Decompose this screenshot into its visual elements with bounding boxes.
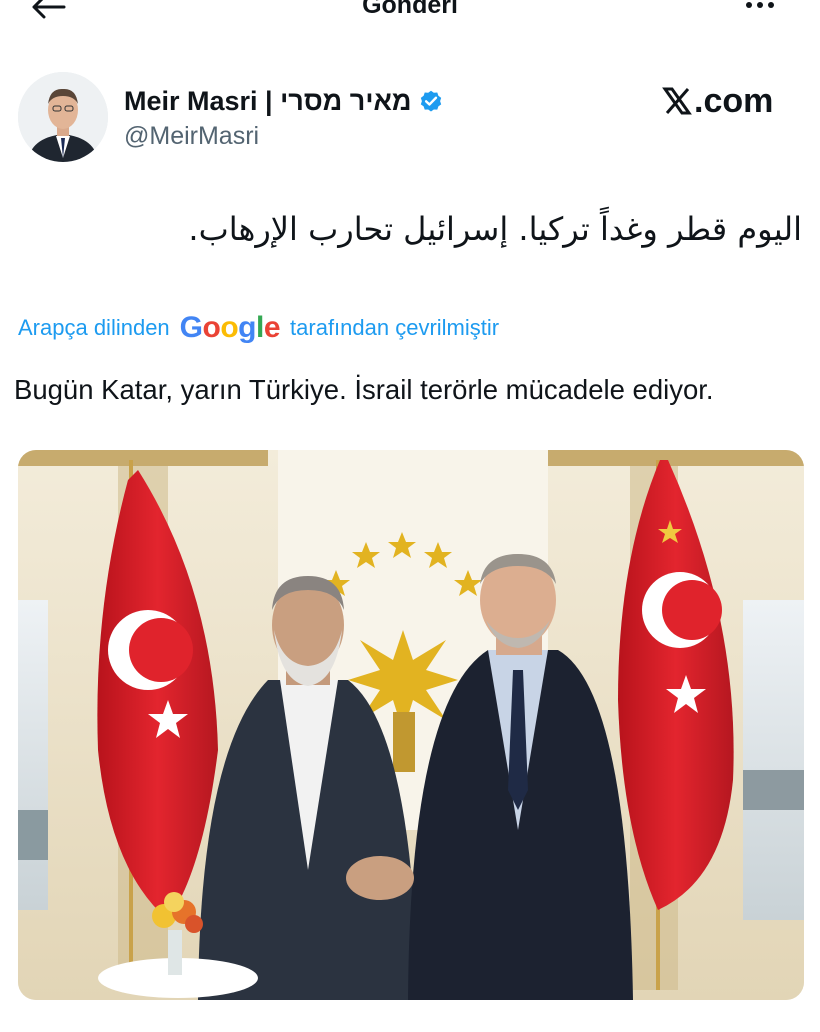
author-handle[interactable]: @MeirMasri: [124, 122, 259, 151]
ellipsis-icon: [746, 2, 752, 8]
translation-notice[interactable]: Arapça dilinden Google tarafından çevril…: [18, 310, 499, 346]
translated-text: Bugün Katar, yarın Türkiye. İsrail terör…: [14, 374, 714, 405]
author-name-row[interactable]: Meir Masri | מאיר מסרי: [124, 84, 444, 118]
tweet-text: اليوم قطر وغداً تركيا. إسرائيل تحارب الإ…: [188, 210, 802, 248]
watermark-text: .com: [694, 81, 774, 120]
author-name[interactable]: Meir Masri | מאיר מסרי: [124, 86, 412, 117]
more-options-button[interactable]: [736, 0, 784, 16]
x-watermark: .com: [662, 82, 773, 120]
verified-badge-icon: [420, 90, 441, 112]
google-logo: Google: [179, 311, 281, 344]
translation-prefix: Arapça dilinden: [18, 315, 170, 340]
avatar[interactable]: [18, 72, 108, 162]
tweet-photo[interactable]: [18, 450, 804, 1000]
page-title: Gönderi: [362, 0, 458, 19]
top-bar: Gönderi: [0, 0, 820, 40]
x-logo-icon: [662, 87, 692, 115]
translation-suffix: tarafından çevrilmiştir: [290, 315, 500, 340]
